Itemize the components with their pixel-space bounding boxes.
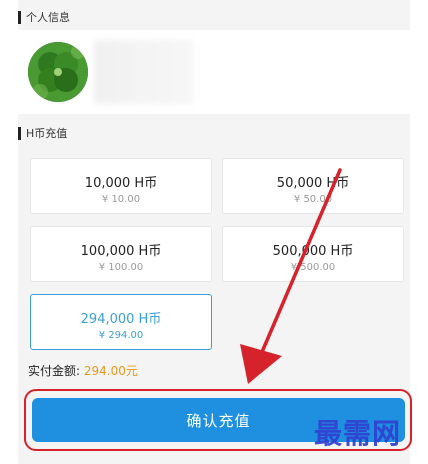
- option-price: ¥ 294.00: [98, 330, 144, 341]
- recharge-option-50000[interactable]: 50,000 H币 ¥ 50.00: [222, 158, 404, 214]
- recharge-option-294000[interactable]: 294,000 H币 ¥ 294.00: [30, 294, 212, 350]
- option-amount: 100,000 H币: [80, 244, 162, 259]
- payment-value: 294.00元: [83, 364, 138, 378]
- payment-label: 实付金额:: [28, 364, 84, 378]
- avatar[interactable]: [28, 42, 88, 102]
- option-amount: 294,000 H币: [80, 312, 162, 327]
- option-price: ¥ 50.00: [293, 194, 333, 205]
- recharge-option-500000[interactable]: 500,000 H币 ¥ 500.00: [222, 226, 404, 282]
- payment-summary: 实付金额: 294.00元: [28, 362, 138, 379]
- recharge-option-100000[interactable]: 100,000 H币 ¥ 100.00: [30, 226, 212, 282]
- option-price: ¥ 10.00: [101, 194, 141, 205]
- clover-icon: [28, 42, 88, 102]
- option-price: ¥ 100.00: [98, 262, 144, 273]
- watermark-logo: 最需网: [314, 417, 402, 450]
- username-placeholder: [94, 40, 194, 104]
- recharge-header: H币充值: [18, 120, 410, 146]
- recharge-option-10000[interactable]: 10,000 H币 ¥ 10.00: [30, 158, 212, 214]
- recharge-title: H币充值: [26, 127, 68, 140]
- section-marker: [18, 10, 21, 24]
- section-marker: [18, 126, 21, 140]
- option-price: ¥ 500.00: [290, 262, 336, 273]
- personal-info-header: 个人信息: [18, 4, 410, 30]
- option-amount: 500,000 H币: [272, 244, 354, 259]
- profile-card: [18, 30, 410, 114]
- option-amount: 50,000 H币: [276, 176, 350, 191]
- option-amount: 10,000 H币: [84, 176, 158, 191]
- personal-info-title: 个人信息: [26, 11, 70, 24]
